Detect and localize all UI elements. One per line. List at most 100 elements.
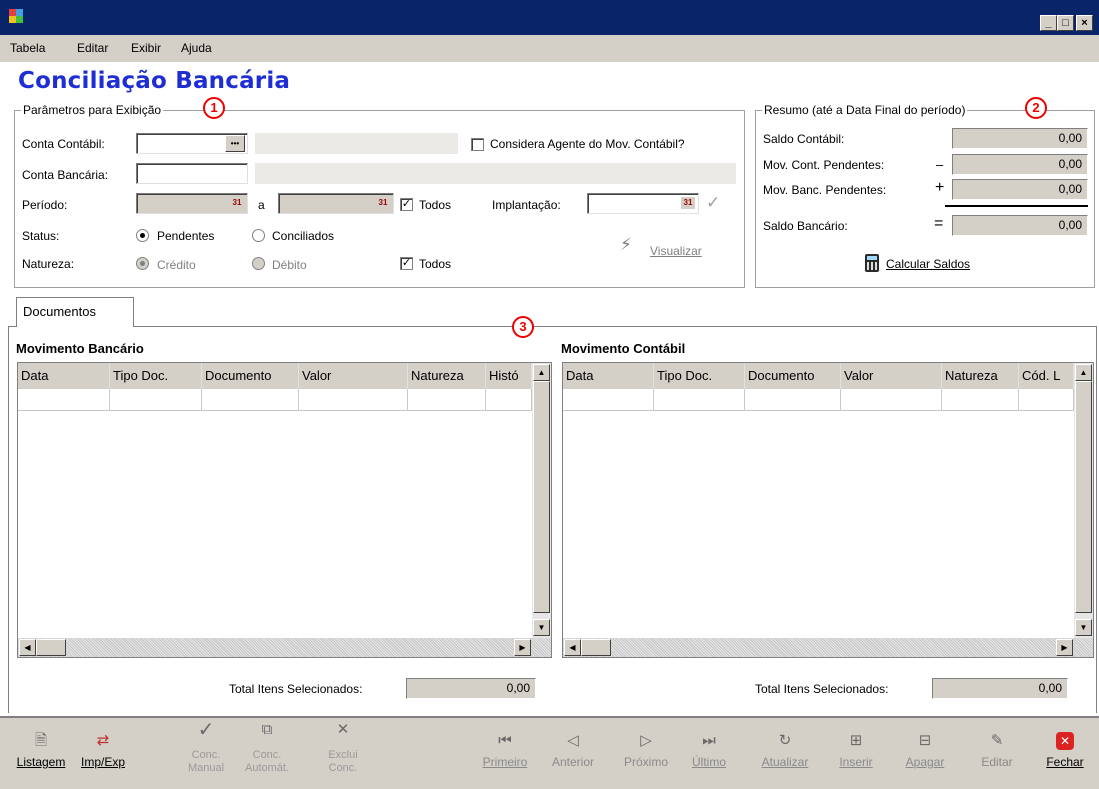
- calcular-saldos-button[interactable]: Calcular Saldos: [886, 257, 970, 271]
- lookup-button[interactable]: •••: [225, 135, 245, 152]
- contabil-col-valor[interactable]: Valor: [841, 363, 942, 389]
- scroll-right-icon[interactable]: ▶: [514, 639, 531, 656]
- conta-bancaria-description: [255, 163, 736, 184]
- bancario-vscrollbar[interactable]: ▲ ▼: [532, 363, 551, 638]
- grid-cell[interactable]: [563, 389, 654, 411]
- grid-cell[interactable]: [1019, 389, 1074, 411]
- contabil-col-data[interactable]: Data: [563, 363, 654, 389]
- bancario-hscrollbar[interactable]: ◀ ▶: [18, 638, 551, 657]
- bancario-total-label: Total Itens Selecionados:: [229, 682, 363, 696]
- scroll-thumb[interactable]: [581, 639, 611, 656]
- periodo-label: Período:: [22, 198, 68, 212]
- apagar-button[interactable]: ⊟ Apagar: [896, 718, 954, 769]
- delete-reconcile-icon: ✕: [336, 721, 350, 738]
- bancario-col-valor[interactable]: Valor: [299, 363, 408, 389]
- tab-documentos[interactable]: Documentos: [16, 297, 134, 327]
- equals-operator: =: [934, 215, 944, 232]
- contabil-hscrollbar[interactable]: ◀ ▶: [563, 638, 1093, 657]
- proximo-button[interactable]: ▷ Próximo: [617, 718, 675, 769]
- contabil-grid[interactable]: Data Tipo Doc. Documento Valor Natureza …: [562, 362, 1094, 658]
- scroll-thumb[interactable]: [533, 381, 550, 613]
- fechar-button[interactable]: ✕ Fechar: [1037, 718, 1093, 769]
- mov-banc-label: Mov. Banc. Pendentes:: [763, 183, 887, 197]
- contabil-col-natureza[interactable]: Natureza: [942, 363, 1019, 389]
- maximize-button[interactable]: □: [1057, 15, 1074, 31]
- atualizar-button[interactable]: ↻ Atualizar: [752, 718, 818, 769]
- credito-radio[interactable]: [136, 257, 149, 270]
- conc-manual-button[interactable]: ✓ Conc. Manual: [183, 718, 229, 774]
- inserir-button[interactable]: ⊞ Inserir: [828, 718, 884, 769]
- grid-cell[interactable]: [202, 389, 299, 411]
- scroll-right-icon[interactable]: ▶: [1056, 639, 1073, 656]
- debito-radio[interactable]: [252, 257, 265, 270]
- listagem-button[interactable]: 🗎 Listagem: [14, 718, 68, 769]
- conta-contabil-input[interactable]: •••: [136, 133, 248, 154]
- exclui-conc-button[interactable]: ✕ Exclui Conc.: [320, 718, 366, 774]
- impexp-button[interactable]: ⇄ Imp/Exp: [75, 718, 131, 769]
- scroll-up-icon[interactable]: ▲: [533, 364, 550, 381]
- conta-bancaria-label: Conta Bancária:: [22, 168, 109, 182]
- grid-cell[interactable]: [654, 389, 745, 411]
- calendar-icon[interactable]: 31: [681, 197, 695, 209]
- scroll-up-icon[interactable]: ▲: [1075, 364, 1092, 381]
- primeiro-button[interactable]: ⏮ Primeiro: [476, 718, 534, 769]
- periodo-start-input[interactable]: 31: [136, 193, 248, 214]
- grid-cell[interactable]: [408, 389, 486, 411]
- refresh-icon: ↻: [778, 732, 792, 749]
- considera-agente-checkbox[interactable]: [471, 138, 484, 151]
- natureza-todos-checkbox[interactable]: ✓: [400, 257, 413, 270]
- scroll-left-icon[interactable]: ◀: [19, 639, 36, 656]
- bancario-col-natureza[interactable]: Natureza: [408, 363, 486, 389]
- periodo-todos-checkbox[interactable]: ✓: [400, 198, 413, 211]
- bancario-grid[interactable]: Data Tipo Doc. Documento Valor Natureza …: [17, 362, 552, 658]
- calculator-icon: [865, 254, 879, 272]
- menu-tabela[interactable]: Tabela: [10, 41, 45, 55]
- credito-label: Crédito: [157, 258, 196, 272]
- bancario-col-data[interactable]: Data: [18, 363, 110, 389]
- grid-cell[interactable]: [299, 389, 408, 411]
- editar-button[interactable]: ✎ Editar: [970, 718, 1024, 769]
- pendentes-radio[interactable]: [136, 229, 149, 242]
- bancario-col-tipo[interactable]: Tipo Doc.: [110, 363, 202, 389]
- grid-cell[interactable]: [942, 389, 1019, 411]
- conta-bancaria-input[interactable]: [136, 163, 248, 184]
- minimize-button[interactable]: _: [1040, 15, 1057, 31]
- periodo-end-input[interactable]: 31: [278, 193, 394, 214]
- saldo-contabil-label: Saldo Contábil:: [763, 132, 845, 146]
- close-window-button[interactable]: ×: [1076, 15, 1093, 31]
- contabil-vscrollbar[interactable]: ▲ ▼: [1074, 363, 1093, 638]
- bancario-col-documento[interactable]: Documento: [202, 363, 299, 389]
- scroll-left-icon[interactable]: ◀: [564, 639, 581, 656]
- conc-auto-button[interactable]: ⧉ Conc. Automát.: [240, 718, 294, 774]
- grid-cell[interactable]: [841, 389, 942, 411]
- calendar-icon[interactable]: 31: [376, 197, 390, 209]
- grid-cell[interactable]: [745, 389, 841, 411]
- grid-cell[interactable]: [110, 389, 202, 411]
- scroll-thumb[interactable]: [36, 639, 66, 656]
- hand-check-icon: ✓: [197, 719, 215, 741]
- natureza-label: Natureza:: [22, 257, 75, 271]
- contabil-col-documento[interactable]: Documento: [745, 363, 841, 389]
- anterior-button[interactable]: ◁ Anterior: [544, 718, 602, 769]
- grid-cell[interactable]: [18, 389, 110, 411]
- scroll-thumb[interactable]: [1075, 381, 1092, 613]
- conciliados-radio[interactable]: [252, 229, 265, 242]
- resumo-legend: Resumo (até a Data Final do período): [762, 103, 968, 117]
- status-label: Status:: [22, 229, 60, 243]
- params-legend: Parâmetros para Exibição: [21, 103, 164, 117]
- implantacao-input[interactable]: 31: [587, 193, 699, 214]
- visualizar-button[interactable]: Visualizar: [650, 244, 702, 258]
- bancario-col-historico[interactable]: Histó: [486, 363, 532, 389]
- grid-cell[interactable]: [486, 389, 532, 411]
- scroll-down-icon[interactable]: ▼: [1075, 619, 1092, 636]
- menu-exibir[interactable]: Exibir: [131, 41, 161, 55]
- ultimo-button[interactable]: ⏭ Último: [680, 718, 738, 769]
- saldo-bancario-label: Saldo Bancário:: [763, 219, 848, 233]
- menu-editar[interactable]: Editar: [77, 41, 108, 55]
- contabil-col-codigo[interactable]: Cód. L: [1019, 363, 1074, 389]
- contabil-col-tipo[interactable]: Tipo Doc.: [654, 363, 745, 389]
- calendar-icon[interactable]: 31: [230, 197, 244, 209]
- scroll-down-icon[interactable]: ▼: [533, 619, 550, 636]
- confirm-check-icon[interactable]: ✓: [706, 193, 720, 213]
- menu-ajuda[interactable]: Ajuda: [181, 41, 212, 55]
